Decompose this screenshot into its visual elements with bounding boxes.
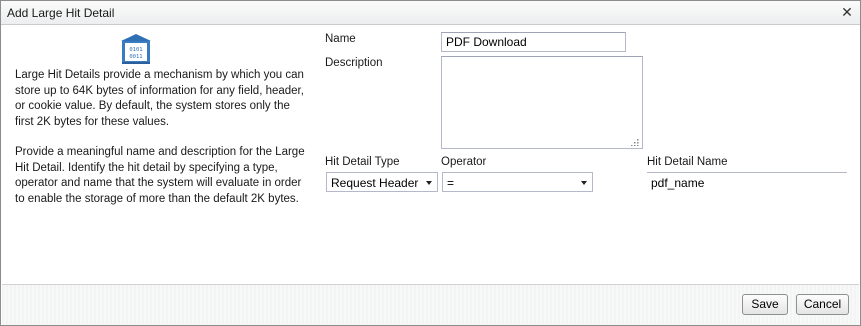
hit-detail-type-select[interactable]: Request Header (326, 172, 438, 192)
name-input[interactable] (441, 32, 626, 52)
resize-grip-icon[interactable] (630, 136, 640, 146)
description-textarea[interactable] (441, 56, 643, 149)
info-paragraph-2: Provide a meaningful name and descriptio… (15, 146, 305, 205)
description-label: Description (325, 57, 383, 69)
operator-select[interactable]: = (442, 172, 593, 192)
name-label: Name (325, 33, 356, 45)
dialog-footer: Save Cancel (2, 284, 859, 325)
add-large-hit-detail-dialog: Add Large Hit Detail ✕ 0101 0011 Large H… (0, 0, 861, 326)
hit-detail-name-input[interactable] (647, 172, 847, 192)
binary-archive-icon: 0101 0011 (121, 34, 151, 64)
cancel-button[interactable]: Cancel (796, 294, 849, 315)
info-description: Large Hit Details provide a mechanism by… (15, 68, 305, 222)
chevron-down-icon (581, 181, 587, 185)
svg-text:0011: 0011 (129, 54, 142, 60)
operator-label: Operator (441, 156, 487, 168)
dialog-title: Add Large Hit Detail (7, 6, 115, 20)
hit-detail-name-label: Hit Detail Name (647, 156, 728, 168)
svg-text:0101: 0101 (129, 47, 142, 53)
info-paragraph-1: Large Hit Details provide a mechanism by… (15, 69, 304, 128)
close-icon[interactable]: ✕ (840, 5, 854, 19)
chevron-down-icon (426, 181, 432, 185)
hit-detail-type-value: Request Header (331, 176, 419, 190)
hit-detail-type-label: Hit Detail Type (325, 156, 400, 168)
operator-value: = (447, 176, 455, 190)
dialog-body: 0101 0011 Large Hit Details provide a me… (2, 26, 859, 284)
save-button[interactable]: Save (742, 294, 788, 315)
dialog-titlebar[interactable]: Add Large Hit Detail ✕ (1, 1, 860, 25)
